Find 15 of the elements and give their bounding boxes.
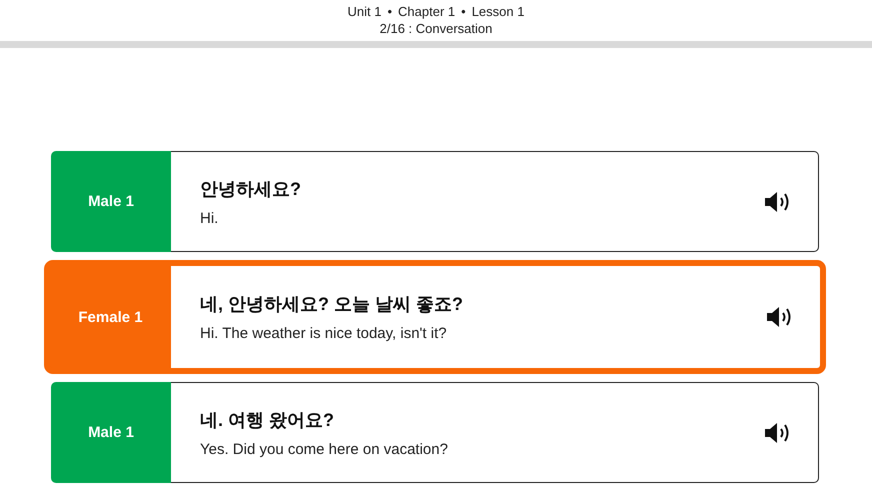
- breadcrumb-item: Lesson 1: [472, 3, 524, 20]
- breadcrumb-item: Unit 1: [348, 3, 382, 20]
- breadcrumb-item: Chapter 1: [398, 3, 456, 20]
- speaker-label: Male 1: [51, 151, 171, 252]
- english-translation: Hi. The weather is nice today, isn't it?: [200, 325, 448, 342]
- korean-line: 네. 여행 왔어요?: [200, 408, 335, 432]
- english-translation: Hi.: [200, 210, 220, 226]
- korean-line: 안녕하세요?: [200, 178, 302, 200]
- lesson-subtitle: 2/16 : Conversation: [380, 20, 492, 37]
- dialog-card[interactable]: Female 1 네, 안녕하세요? 오늘 날씨 좋죠? Hi. The weather is nice today, isn't it?: [44, 260, 826, 374]
- korean-line: 네, 안녕하세요? 오늘 날씨 좋죠?: [200, 293, 464, 316]
- speaker-label: Male 1: [51, 382, 171, 483]
- english-translation: Yes. Did you come here on vacation?: [200, 440, 449, 458]
- separator-dot: •: [387, 3, 392, 20]
- separator-dot: •: [461, 3, 466, 20]
